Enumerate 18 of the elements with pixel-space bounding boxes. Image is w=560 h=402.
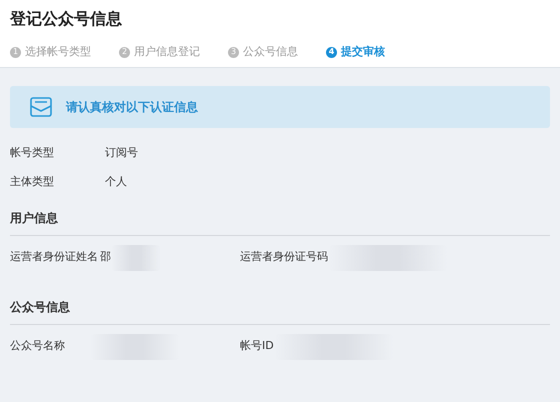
field-label: 运营者身份证号码 (240, 249, 328, 266)
section-title: 用户信息 (10, 208, 550, 236)
field-value: 个人 (105, 174, 127, 190)
field-label: 运营者身份证姓名 (10, 249, 98, 266)
step-tab[interactable]: 3 公众号信息 (228, 44, 298, 60)
envelope-icon (30, 96, 52, 116)
field-label: 主体类型 (10, 174, 55, 190)
step-tab[interactable]: 2 用户信息登记 (119, 44, 200, 60)
step-tab[interactable]: 4 提交审核 (326, 44, 385, 60)
notice-text: 请认真核对以下认证信息 (66, 98, 198, 116)
field-label: 帐号ID (240, 338, 274, 354)
field-value: 邵 (100, 249, 111, 266)
field-value: 订阅号 (105, 145, 138, 162)
field-label: 公众号名称 (10, 338, 66, 354)
section-title: 公众号信息 (10, 298, 550, 324)
field-label: 帐号类型 (10, 145, 55, 162)
page-title: 登记公众号信息 (10, 8, 123, 30)
step-tab[interactable]: 1 选择帐号类型 (10, 44, 91, 60)
